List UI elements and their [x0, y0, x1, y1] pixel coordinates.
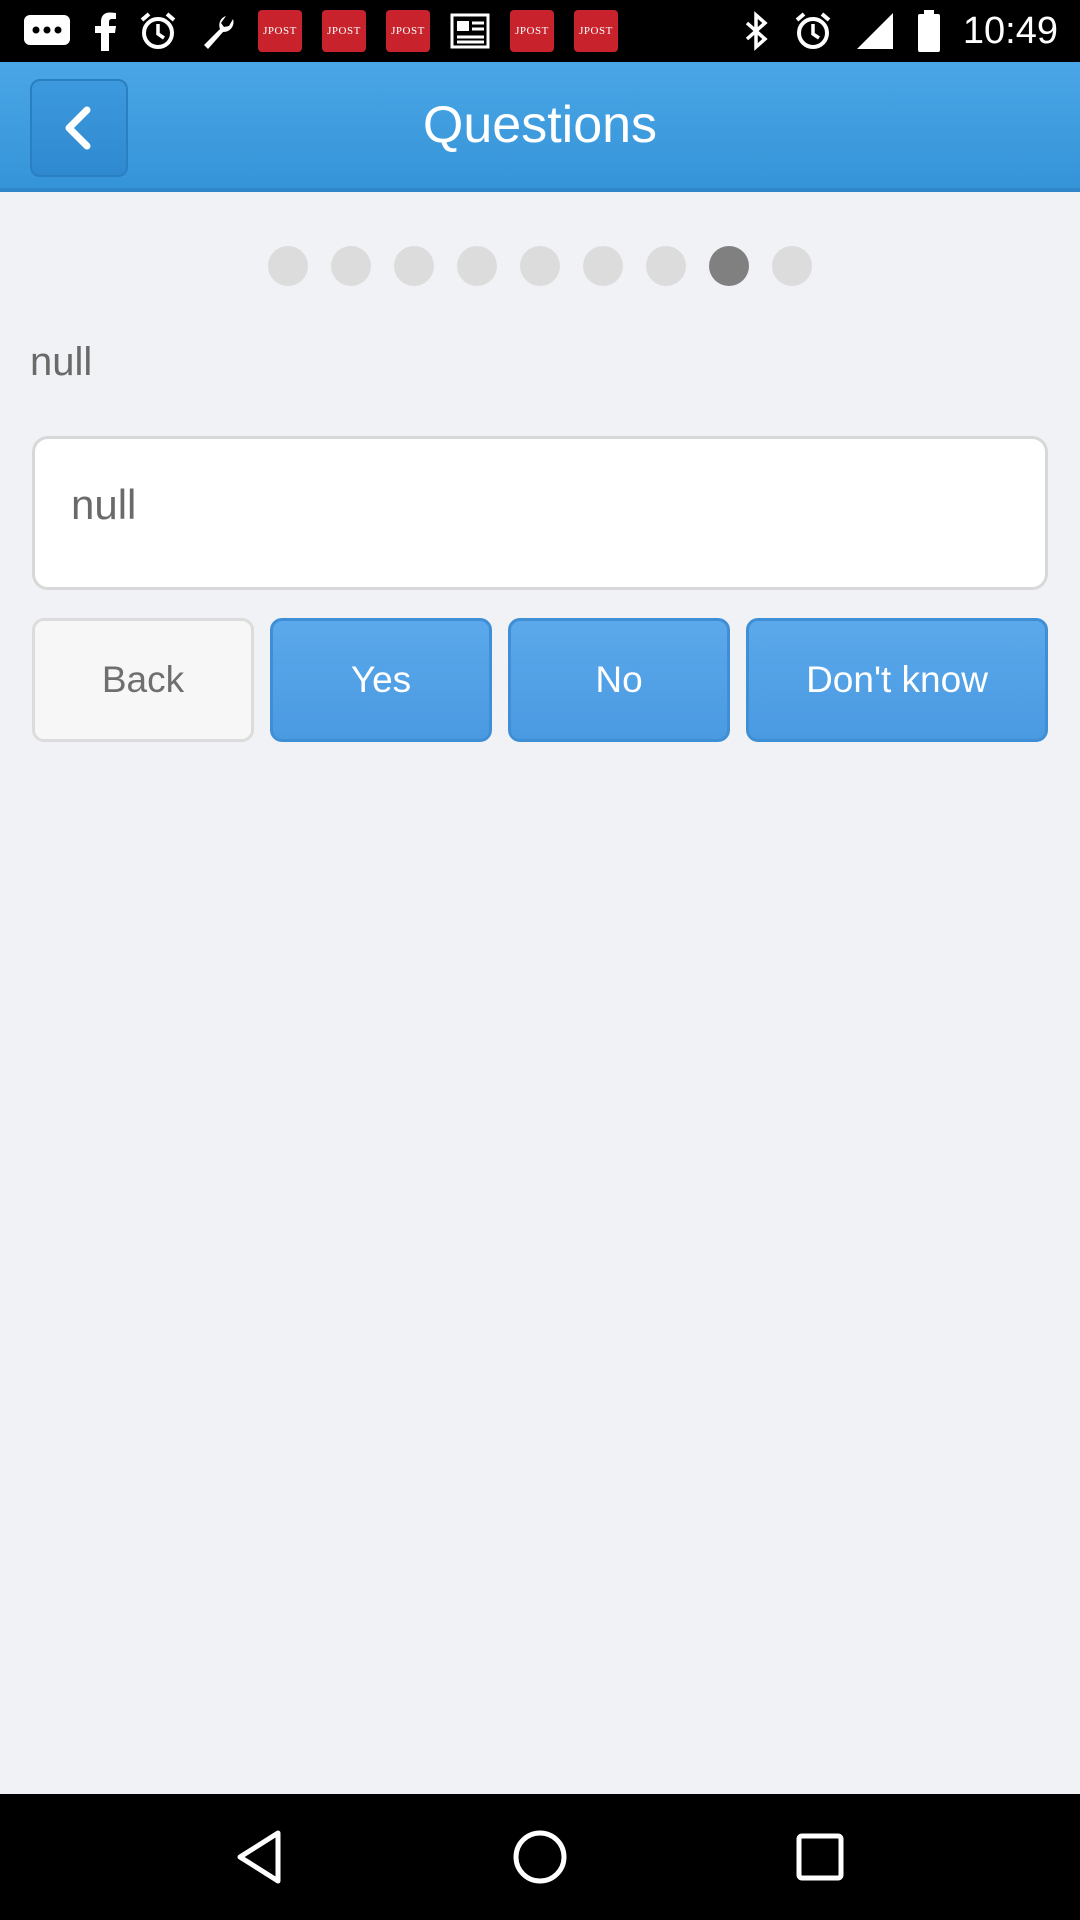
wrench-icon	[198, 11, 238, 51]
progress-dot	[457, 246, 497, 286]
signal-icon	[855, 11, 895, 51]
jpost-icon: JPOST	[258, 10, 302, 52]
triangle-back-icon	[237, 1830, 281, 1884]
news-icon	[450, 13, 490, 49]
nav-recents-button[interactable]	[775, 1812, 865, 1902]
progress-dot	[772, 246, 812, 286]
jpost-icon: JPOST	[510, 10, 554, 52]
progress-dot	[268, 246, 308, 286]
notification-icons: JPOST JPOST JPOST JPOST JPOST	[22, 10, 618, 52]
jpost-icon: JPOST	[322, 10, 366, 52]
status-bar: JPOST JPOST JPOST JPOST JPOST 10:49	[0, 0, 1080, 62]
progress-dot	[394, 246, 434, 286]
chevron-left-icon	[65, 106, 91, 150]
progress-dot-active	[709, 246, 749, 286]
dont-know-button[interactable]: Don't know	[746, 618, 1048, 742]
nav-back-button[interactable]	[215, 1812, 305, 1902]
question-text-box: null	[32, 436, 1048, 590]
progress-dots	[0, 246, 1080, 286]
progress-dot	[520, 246, 560, 286]
facebook-icon	[92, 11, 118, 51]
question-label: null	[30, 340, 93, 384]
alarm-icon	[793, 11, 833, 51]
messages-icon	[22, 13, 72, 49]
jpost-icon: JPOST	[574, 10, 618, 52]
nav-home-button[interactable]	[495, 1812, 585, 1902]
yes-button[interactable]: Yes	[270, 618, 492, 742]
system-nav-bar	[0, 1794, 1080, 1920]
app-header: Questions	[0, 62, 1080, 192]
progress-dot	[331, 246, 371, 286]
clock: 10:49	[962, 9, 1058, 52]
progress-dot	[583, 246, 623, 286]
battery-icon	[917, 10, 941, 52]
progress-dot	[646, 246, 686, 286]
back-button[interactable]: Back	[32, 618, 254, 742]
back-nav-button[interactable]	[30, 79, 128, 177]
square-recents-icon	[796, 1833, 844, 1881]
no-button[interactable]: No	[508, 618, 730, 742]
bluetooth-icon	[743, 11, 771, 51]
circle-home-icon	[513, 1830, 567, 1884]
page-title: Questions	[422, 96, 658, 154]
jpost-icon: JPOST	[386, 10, 430, 52]
alarm-icon	[138, 11, 178, 51]
